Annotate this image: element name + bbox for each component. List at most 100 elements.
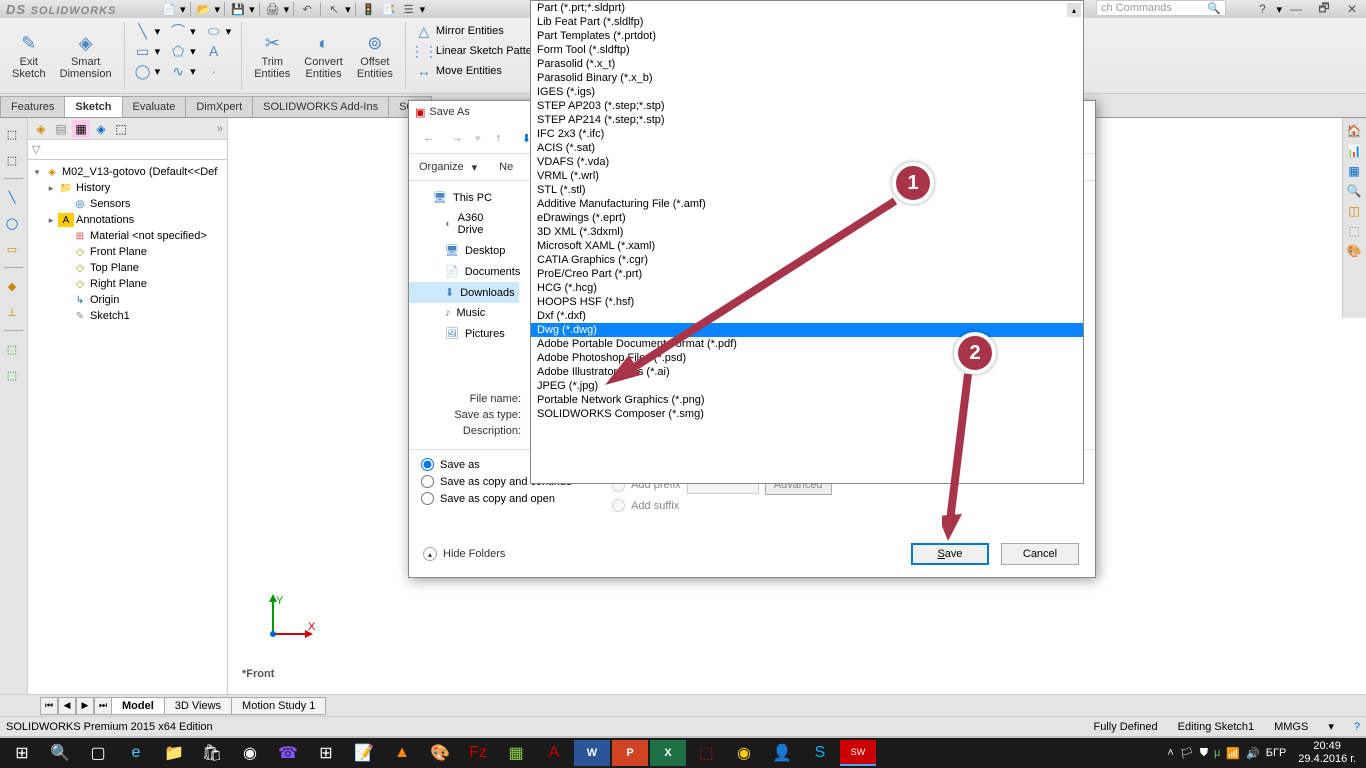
app4-icon[interactable]: 👤 (764, 740, 800, 766)
side-pictures[interactable]: 🖼Pictures (409, 323, 519, 344)
text-tool[interactable]: A (202, 42, 236, 60)
taskview-icon[interactable]: ▢ (80, 740, 116, 766)
nav-last-icon[interactable]: ⏭ (94, 697, 112, 715)
arc-tool[interactable]: ⌒▾ (166, 22, 200, 40)
tree-sensors[interactable]: ◎Sensors (32, 196, 223, 212)
paint-icon[interactable]: 🎨 (422, 740, 458, 766)
side-a360[interactable]: ◐A360 Drive (409, 208, 519, 240)
line-tool[interactable]: ╲▾ (131, 22, 165, 40)
filetype-option[interactable]: VDAFS (*.vda) (531, 155, 1083, 169)
linear-pattern[interactable]: ⋮⋮Linear Sketch Pattern (412, 42, 546, 60)
cancel-button[interactable]: Cancel (1001, 543, 1079, 565)
spline-tool[interactable]: ∿▾ (166, 62, 200, 80)
filetype-option[interactable]: Part (*.prt;*.sldprt) (531, 1, 1083, 15)
filetype-option[interactable]: STEP AP203 (*.step;*.stp) (531, 99, 1083, 113)
options-icon[interactable]: 📑 (380, 1, 398, 17)
organize-button[interactable]: Organize (419, 161, 464, 173)
rect-tool[interactable]: ▭▾ (131, 42, 165, 60)
tab-motion[interactable]: Motion Study 1 (231, 697, 326, 715)
tab-addins[interactable]: SOLIDWORKS Add-Ins (252, 96, 389, 117)
filetype-option[interactable]: IGES (*.igs) (531, 85, 1083, 99)
filetype-option[interactable]: Part Templates (*.prtdot) (531, 29, 1083, 43)
save-icon[interactable]: 💾 (229, 1, 247, 17)
new-icon[interactable]: 📄 (160, 1, 178, 17)
tree-history[interactable]: ▸📁History (32, 180, 223, 196)
lt-dim-icon[interactable]: ◆ (2, 276, 22, 296)
lt-view2-icon[interactable]: ⬚ (2, 365, 22, 385)
viber-icon[interactable]: ☎ (270, 740, 306, 766)
tab-evaluate[interactable]: Evaluate (122, 96, 187, 117)
rt-view-icon[interactable]: ▦ (1345, 162, 1363, 180)
filter-icon[interactable]: ▽ (32, 143, 40, 156)
saveas-radio[interactable] (421, 458, 434, 471)
tree-sketch1[interactable]: ✎Sketch1 (32, 308, 223, 324)
exit-sketch-button[interactable]: ✎Exit Sketch (6, 22, 52, 89)
excel-icon[interactable]: X (650, 740, 686, 766)
rt-section-icon[interactable]: ◫ (1345, 202, 1363, 220)
point-tool[interactable]: · (202, 62, 236, 80)
help-icon[interactable]: ? (1248, 0, 1276, 18)
scroll-up-icon[interactable]: ▴ (1067, 3, 1081, 17)
nav-up-icon[interactable]: ↑ (489, 128, 509, 148)
tray-lang[interactable]: БГР (1266, 747, 1287, 759)
fm-config-icon[interactable]: ▦ (72, 120, 90, 138)
close-icon[interactable]: ✕ (1338, 0, 1366, 18)
filetype-option[interactable]: Parasolid Binary (*.x_b) (531, 71, 1083, 85)
app3-icon[interactable]: ◉ (726, 740, 762, 766)
convert-entities-button[interactable]: ◐Convert Entities (298, 22, 349, 89)
side-documents[interactable]: 📄Documents (409, 261, 519, 282)
savecopy-cont-radio[interactable] (421, 475, 434, 488)
offset-entities-button[interactable]: ⊚Offset Entities (351, 22, 399, 89)
chrome-icon[interactable]: ◉ (232, 740, 268, 766)
filetype-option[interactable]: VRML (*.wrl) (531, 169, 1083, 183)
tab-3dviews[interactable]: 3D Views (164, 697, 232, 715)
lt-view-icon[interactable]: ⬚ (2, 339, 22, 359)
filetype-option[interactable]: Parasolid (*.x_t) (531, 57, 1083, 71)
skype-icon[interactable]: S (802, 740, 838, 766)
fm-disp-icon[interactable]: ⬚ (112, 120, 130, 138)
expand-icon[interactable]: » (217, 123, 223, 135)
app1-icon[interactable]: ▦ (498, 740, 534, 766)
filetype-option[interactable]: IFC 2x3 (*.ifc) (531, 127, 1083, 141)
filetype-option[interactable]: Form Tool (*.sldftp) (531, 43, 1083, 57)
rt-display-icon[interactable]: ⬚ (1345, 222, 1363, 240)
trim-entities-button[interactable]: ✂Trim Entities (248, 22, 296, 89)
nav-first-icon[interactable]: ⏮ (40, 697, 58, 715)
nav-prev-icon[interactable]: ◀ (58, 697, 76, 715)
rebuild-icon[interactable]: 🚦 (360, 1, 378, 17)
tray-vol-icon[interactable]: 🔊 (1246, 747, 1260, 760)
smart-dimension-button[interactable]: ◈Smart Dimension (54, 22, 118, 89)
poly-tool[interactable]: ⬠▾ (166, 42, 200, 60)
search-commands[interactable]: ch Commands🔍 (1096, 0, 1226, 16)
side-music[interactable]: ♪Music (409, 303, 519, 323)
rt-appear-icon[interactable]: 🎨 (1345, 242, 1363, 260)
vlc-icon[interactable]: ▲ (384, 740, 420, 766)
side-thispc[interactable]: 🖥This PC (409, 187, 519, 208)
filetype-option[interactable]: Lib Feat Part (*.sldlfp) (531, 15, 1083, 29)
filezilla-icon[interactable]: Fz (460, 740, 496, 766)
store-icon[interactable]: 🛍 (194, 740, 230, 766)
lt-line-icon[interactable]: ╲ (2, 187, 22, 207)
tab-sketch[interactable]: Sketch (64, 96, 122, 117)
savecopy-open-radio[interactable] (421, 492, 434, 505)
lt-circle-icon[interactable]: ◯ (2, 213, 22, 233)
side-desktop[interactable]: 🖥Desktop (409, 240, 519, 261)
tray-shield-icon[interactable]: ⛊ (1200, 747, 1208, 760)
select-icon[interactable]: ↖ (325, 1, 343, 17)
filetype-option[interactable]: Portable Network Graphics (*.png) (531, 393, 1083, 407)
nav-next-icon[interactable]: ▶ (76, 697, 94, 715)
tree-origin[interactable]: ↳Origin (32, 292, 223, 308)
solidworks-icon[interactable]: SW (840, 740, 876, 766)
new-folder-button[interactable]: Ne (499, 161, 513, 173)
fm-tree-icon[interactable]: ◈ (32, 120, 50, 138)
rt-home-icon[interactable]: 🏠 (1345, 122, 1363, 140)
search-icon[interactable]: 🔍 (42, 740, 78, 766)
tree-front-plane[interactable]: ◇Front Plane (32, 244, 223, 260)
rt-chart-icon[interactable]: 📊 (1345, 142, 1363, 160)
tray-up-icon[interactable]: ˄ (1167, 747, 1173, 759)
fm-prop-icon[interactable]: ▤ (52, 120, 70, 138)
rt-zoom-icon[interactable]: 🔍 (1345, 182, 1363, 200)
tray-clock[interactable]: 20:4929.4.2016 г. (1292, 740, 1362, 766)
tray-flag-icon[interactable]: 🏳 (1180, 747, 1194, 760)
save-button[interactable]: Save (911, 543, 989, 565)
